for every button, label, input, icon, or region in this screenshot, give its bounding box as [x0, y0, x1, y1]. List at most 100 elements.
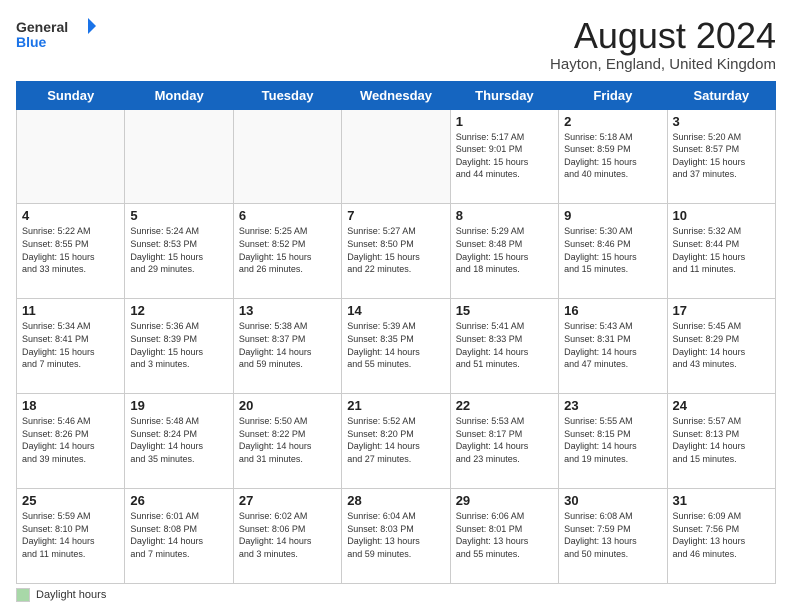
- day-number: 18: [22, 398, 119, 413]
- day-info: Sunrise: 6:06 AM Sunset: 8:01 PM Dayligh…: [456, 510, 553, 560]
- day-number: 25: [22, 493, 119, 508]
- logo-svg: General Blue: [16, 16, 96, 52]
- day-info: Sunrise: 5:57 AM Sunset: 8:13 PM Dayligh…: [673, 415, 770, 465]
- calendar-cell: [17, 109, 125, 204]
- calendar-cell: [125, 109, 233, 204]
- calendar-cell: 28 Sunrise: 6:04 AM Sunset: 8:03 PM Dayli…: [342, 489, 450, 584]
- calendar-cell: 2Sunrise: 5:18 AM Sunset: 8:59 PM Daylig…: [559, 109, 667, 204]
- calendar-cell: 21 Sunrise: 5:52 AM Sunset: 8:20 PM Dayli…: [342, 394, 450, 489]
- calendar-cell: 25 Sunrise: 5:59 AM Sunset: 8:10 PM Dayli…: [17, 489, 125, 584]
- calendar-cell: 1Sunrise: 5:17 AM Sunset: 9:01 PM Daylig…: [450, 109, 558, 204]
- daylight-legend-label: Daylight hours: [36, 589, 106, 601]
- day-info: Sunrise: 5:25 AM Sunset: 8:52 PM Dayligh…: [239, 225, 336, 275]
- calendar-cell: 8Sunrise: 5:29 AM Sunset: 8:48 PM Daylig…: [450, 204, 558, 299]
- day-info: Sunrise: 5:39 AM Sunset: 8:35 PM Dayligh…: [347, 320, 444, 370]
- svg-text:Blue: Blue: [16, 34, 47, 50]
- calendar-cell: 16 Sunrise: 5:43 AM Sunset: 8:31 PM Dayli…: [559, 299, 667, 394]
- col-saturday: Saturday: [667, 81, 775, 109]
- day-info: Sunrise: 5:24 AM Sunset: 8:53 PM Dayligh…: [130, 225, 227, 275]
- day-info: Sunrise: 5:18 AM Sunset: 8:59 PM Dayligh…: [564, 131, 661, 181]
- day-info: Sunrise: 5:38 AM Sunset: 8:37 PM Dayligh…: [239, 320, 336, 370]
- day-number: 15: [456, 303, 553, 318]
- calendar-cell: [233, 109, 341, 204]
- daylight-legend-box: [16, 588, 30, 602]
- calendar-cell: 10 Sunrise: 5:32 AM Sunset: 8:44 PM Dayli…: [667, 204, 775, 299]
- day-number: 17: [673, 303, 770, 318]
- calendar-cell: 7Sunrise: 5:27 AM Sunset: 8:50 PM Daylig…: [342, 204, 450, 299]
- calendar-cell: 22Sunrise: 5:53 AM Sunset: 8:17 PM Dayli…: [450, 394, 558, 489]
- calendar-cell: [342, 109, 450, 204]
- col-friday: Friday: [559, 81, 667, 109]
- calendar-cell: 13 Sunrise: 5:38 AM Sunset: 8:37 PM Dayli…: [233, 299, 341, 394]
- day-number: 27: [239, 493, 336, 508]
- calendar-cell: 15 Sunrise: 5:41 AM Sunset: 8:33 PM Dayli…: [450, 299, 558, 394]
- calendar: Sunday Monday Tuesday Wednesday Thursday…: [16, 81, 776, 584]
- day-info: Sunrise: 5:46 AM Sunset: 8:26 PM Dayligh…: [22, 415, 119, 465]
- day-number: 11: [22, 303, 119, 318]
- calendar-cell: 29 Sunrise: 6:06 AM Sunset: 8:01 PM Dayli…: [450, 489, 558, 584]
- day-info: Sunrise: 5:34 AM Sunset: 8:41 PM Dayligh…: [22, 320, 119, 370]
- day-number: 5: [130, 208, 227, 223]
- day-info: Sunrise: 5:53 AM Sunset: 8:17 PM Dayligh…: [456, 415, 553, 465]
- header: General Blue August 2024 Hayton, England…: [16, 16, 776, 73]
- day-number: 10: [673, 208, 770, 223]
- calendar-cell: 12Sunrise: 5:36 AM Sunset: 8:39 PM Dayli…: [125, 299, 233, 394]
- day-info: Sunrise: 6:02 AM Sunset: 8:06 PM Dayligh…: [239, 510, 336, 560]
- calendar-cell: 11 Sunrise: 5:34 AM Sunset: 8:41 PM Dayli…: [17, 299, 125, 394]
- calendar-cell: 24 Sunrise: 5:57 AM Sunset: 8:13 PM Dayli…: [667, 394, 775, 489]
- calendar-cell: 19 Sunrise: 5:48 AM Sunset: 8:24 PM Dayli…: [125, 394, 233, 489]
- day-number: 14: [347, 303, 444, 318]
- month-title: August 2024: [550, 16, 776, 56]
- day-number: 12: [130, 303, 227, 318]
- col-tuesday: Tuesday: [233, 81, 341, 109]
- day-number: 26: [130, 493, 227, 508]
- calendar-cell: 3 Sunrise: 5:20 AM Sunset: 8:57 PM Daylig…: [667, 109, 775, 204]
- day-number: 9: [564, 208, 661, 223]
- day-number: 4: [22, 208, 119, 223]
- col-wednesday: Wednesday: [342, 81, 450, 109]
- calendar-cell: 30 Sunrise: 6:08 AM Sunset: 7:59 PM Dayli…: [559, 489, 667, 584]
- day-number: 6: [239, 208, 336, 223]
- footer: Daylight hours: [16, 588, 776, 602]
- day-info: Sunrise: 6:01 AM Sunset: 8:08 PM Dayligh…: [130, 510, 227, 560]
- day-info: Sunrise: 5:22 AM Sunset: 8:55 PM Dayligh…: [22, 225, 119, 275]
- calendar-cell: 9 Sunrise: 5:30 AM Sunset: 8:46 PM Daylig…: [559, 204, 667, 299]
- day-info: Sunrise: 6:09 AM Sunset: 7:56 PM Dayligh…: [673, 510, 770, 560]
- day-info: Sunrise: 5:59 AM Sunset: 8:10 PM Dayligh…: [22, 510, 119, 560]
- day-info: Sunrise: 5:43 AM Sunset: 8:31 PM Dayligh…: [564, 320, 661, 370]
- day-info: Sunrise: 5:41 AM Sunset: 8:33 PM Dayligh…: [456, 320, 553, 370]
- day-number: 20: [239, 398, 336, 413]
- day-info: Sunrise: 5:50 AM Sunset: 8:22 PM Dayligh…: [239, 415, 336, 465]
- day-info: Sunrise: 6:08 AM Sunset: 7:59 PM Dayligh…: [564, 510, 661, 560]
- calendar-cell: 5 Sunrise: 5:24 AM Sunset: 8:53 PM Daylig…: [125, 204, 233, 299]
- day-number: 29: [456, 493, 553, 508]
- day-info: Sunrise: 5:30 AM Sunset: 8:46 PM Dayligh…: [564, 225, 661, 275]
- day-info: Sunrise: 5:20 AM Sunset: 8:57 PM Dayligh…: [673, 131, 770, 181]
- day-number: 19: [130, 398, 227, 413]
- calendar-cell: 20 Sunrise: 5:50 AM Sunset: 8:22 PM Dayli…: [233, 394, 341, 489]
- day-number: 21: [347, 398, 444, 413]
- day-number: 30: [564, 493, 661, 508]
- day-info: Sunrise: 5:48 AM Sunset: 8:24 PM Dayligh…: [130, 415, 227, 465]
- day-number: 24: [673, 398, 770, 413]
- day-number: 13: [239, 303, 336, 318]
- title-section: August 2024 Hayton, England, United King…: [550, 16, 776, 73]
- day-info: Sunrise: 5:32 AM Sunset: 8:44 PM Dayligh…: [673, 225, 770, 275]
- calendar-cell: 18 Sunrise: 5:46 AM Sunset: 8:26 PM Dayli…: [17, 394, 125, 489]
- day-info: Sunrise: 6:04 AM Sunset: 8:03 PM Dayligh…: [347, 510, 444, 560]
- day-number: 1: [456, 114, 553, 129]
- day-number: 28: [347, 493, 444, 508]
- location: Hayton, England, United Kingdom: [550, 56, 776, 73]
- calendar-cell: 27 Sunrise: 6:02 AM Sunset: 8:06 PM Dayli…: [233, 489, 341, 584]
- day-number: 16: [564, 303, 661, 318]
- calendar-cell: 17 Sunrise: 5:45 AM Sunset: 8:29 PM Dayli…: [667, 299, 775, 394]
- calendar-cell: 23Sunrise: 5:55 AM Sunset: 8:15 PM Dayli…: [559, 394, 667, 489]
- svg-text:General: General: [16, 19, 68, 35]
- day-info: Sunrise: 5:45 AM Sunset: 8:29 PM Dayligh…: [673, 320, 770, 370]
- day-info: Sunrise: 5:52 AM Sunset: 8:20 PM Dayligh…: [347, 415, 444, 465]
- logo: General Blue: [16, 16, 96, 52]
- calendar-cell: 14 Sunrise: 5:39 AM Sunset: 8:35 PM Dayli…: [342, 299, 450, 394]
- calendar-cell: 26 Sunrise: 6:01 AM Sunset: 8:08 PM Dayli…: [125, 489, 233, 584]
- day-number: 23: [564, 398, 661, 413]
- day-number: 3: [673, 114, 770, 129]
